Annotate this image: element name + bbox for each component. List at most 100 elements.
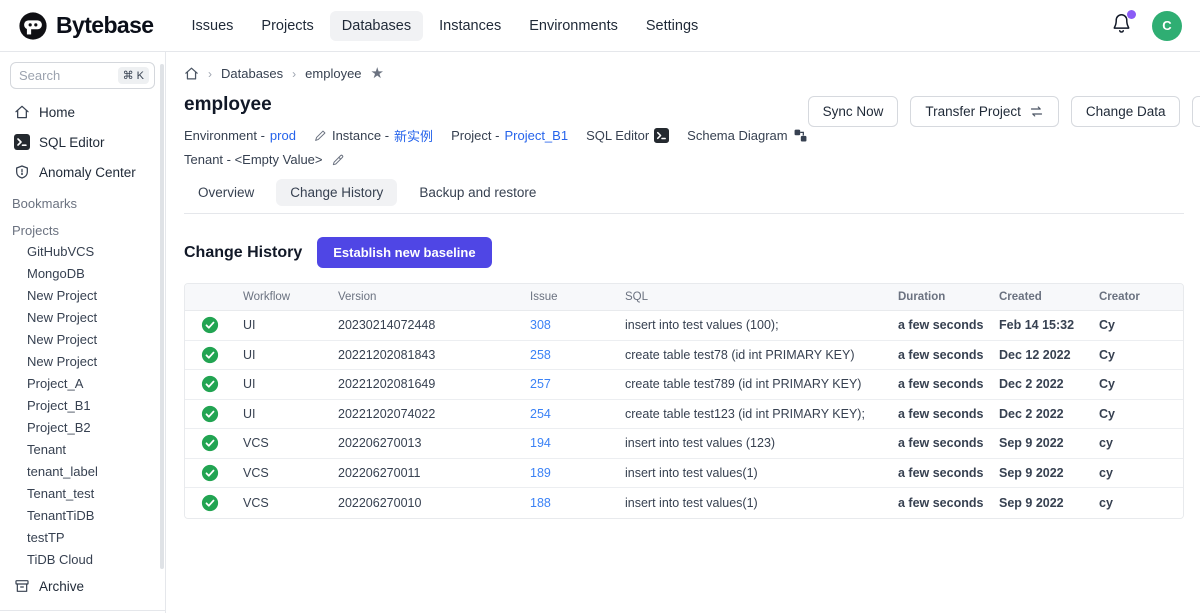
cell-issue: 189 (522, 466, 617, 480)
history-table-body: UI20230214072448308insert into test valu… (185, 311, 1183, 518)
instance-link[interactable]: 新实例 (394, 126, 433, 145)
table-row: VCS202206270011189insert into test value… (185, 459, 1183, 489)
cell-created: Sep 9 2022 (991, 466, 1091, 480)
sidebar-project-tenant[interactable]: Tenant (0, 439, 165, 461)
cell-sql: insert into test values (123) (617, 436, 890, 450)
cell-created: Dec 12 2022 (991, 348, 1091, 362)
meta-sql-editor-link[interactable]: SQL Editor (586, 128, 669, 143)
issue-link[interactable]: 254 (530, 407, 551, 421)
sidebar-item-anomaly-center[interactable]: Anomaly Center (0, 157, 165, 187)
nav-item-instances[interactable]: Instances (427, 11, 513, 41)
schema-diagram-label: Schema Diagram (687, 128, 787, 143)
cell-creator: cy (1091, 436, 1183, 450)
nav-item-projects[interactable]: Projects (249, 11, 325, 41)
sidebar-project-mongodb[interactable]: MongoDB (0, 263, 165, 285)
issue-link[interactable]: 257 (530, 377, 551, 391)
cell-created: Sep 9 2022 (991, 436, 1091, 450)
sidebar-item-sql-editor[interactable]: SQL Editor (0, 127, 165, 157)
nav-item-issues[interactable]: Issues (179, 11, 245, 41)
cell-duration: a few seconds (890, 436, 991, 450)
transfer-arrows-icon (1029, 105, 1044, 118)
tenant-meta-row: Tenant - <Empty Value> (184, 152, 808, 167)
cell-issue: 254 (522, 407, 617, 421)
issue-link[interactable]: 194 (530, 436, 551, 450)
sidebar-project-testtp[interactable]: testTP (0, 527, 165, 549)
issue-link[interactable]: 308 (530, 318, 551, 332)
sidebar-item-label: Anomaly Center (39, 165, 136, 180)
nav-item-settings[interactable]: Settings (634, 11, 710, 41)
sidebar-project-tenanttidb[interactable]: TenantTiDB (0, 505, 165, 527)
sidebar-project-project-b2[interactable]: Project_B2 (0, 417, 165, 439)
sidebar-item-home[interactable]: Home (0, 97, 165, 127)
table-row: UI20221202081843258create table test78 (… (185, 341, 1183, 371)
meta-schema-diagram-link[interactable]: Schema Diagram (687, 128, 807, 143)
breadcrumb-employee[interactable]: employee (305, 66, 361, 81)
search-input[interactable] (19, 68, 114, 83)
cell-creator: cy (1091, 496, 1183, 510)
tab-change-history[interactable]: Change History (276, 179, 397, 206)
sidebar-project-tenant-test[interactable]: Tenant_test (0, 483, 165, 505)
issue-link[interactable]: 188 (530, 496, 551, 510)
brand-name: Bytebase (56, 12, 153, 39)
cell-created: Sep 9 2022 (991, 496, 1091, 510)
user-avatar[interactable]: C (1152, 11, 1182, 41)
change-data-button[interactable]: Change Data (1071, 96, 1181, 127)
nav-item-environments[interactable]: Environments (517, 11, 630, 41)
notification-dot (1127, 10, 1136, 19)
cell-workflow: UI (235, 377, 330, 391)
project-link[interactable]: Project_B1 (504, 128, 568, 143)
breadcrumb-databases[interactable]: Databases (221, 66, 283, 81)
bytebase-logo[interactable]: Bytebase (18, 11, 153, 41)
issue-link[interactable]: 189 (530, 466, 551, 480)
bytebase-logo-icon (18, 11, 48, 41)
cell-issue: 308 (522, 318, 617, 332)
cell-version: 202206270010 (330, 496, 522, 510)
sidebar-project-new-project[interactable]: New Project (0, 285, 165, 307)
breadcrumb-separator: › (292, 67, 296, 81)
breadcrumb-home-icon[interactable] (184, 66, 199, 81)
table-row: UI20221202081649257create table test789 … (185, 370, 1183, 400)
tab-backup-and-restore[interactable]: Backup and restore (405, 179, 550, 206)
search-box[interactable]: ⌘ K (10, 62, 155, 89)
transfer-project-label: Transfer Project (925, 104, 1021, 119)
cell-creator: Cy (1091, 348, 1183, 362)
tab-overview[interactable]: Overview (184, 179, 268, 206)
sidebar-item-archive[interactable]: Archive (0, 571, 165, 601)
issue-link[interactable]: 258 (530, 348, 551, 362)
column-header-issue: Issue (522, 284, 617, 310)
cell-creator: Cy (1091, 377, 1183, 391)
bookmark-star-icon[interactable]: ★ (371, 66, 384, 81)
sidebar-scrollbar[interactable] (160, 64, 164, 569)
cell-status (185, 375, 235, 393)
sidebar-project-project-b1[interactable]: Project_B1 (0, 395, 165, 417)
success-status-icon (201, 316, 219, 334)
sidebar-section-bookmarks: Bookmarks (0, 187, 165, 214)
sidebar-project-project-a[interactable]: Project_A (0, 373, 165, 395)
cell-workflow: VCS (235, 466, 330, 480)
alter-schema-button[interactable]: Alter Schema (1192, 96, 1200, 127)
sidebar-project-tenant-label[interactable]: tenant_label (0, 461, 165, 483)
meta-tenant: Tenant - <Empty Value> (184, 152, 345, 167)
sidebar-project-githubvcs[interactable]: GitHubVCS (0, 241, 165, 263)
transfer-project-button[interactable]: Transfer Project (910, 96, 1059, 127)
sync-now-button[interactable]: Sync Now (808, 96, 899, 127)
establish-baseline-button[interactable]: Establish new baseline (317, 237, 491, 268)
success-status-icon (201, 375, 219, 393)
success-status-icon (201, 346, 219, 364)
cell-duration: a few seconds (890, 407, 991, 421)
cell-issue: 194 (522, 436, 617, 450)
environment-link[interactable]: prod (270, 128, 296, 143)
sidebar-project-new-project[interactable]: New Project (0, 329, 165, 351)
meta-project-label: Project - (451, 128, 499, 143)
cell-creator: Cy (1091, 318, 1183, 332)
notifications-button[interactable] (1111, 13, 1132, 39)
sidebar-project-new-project[interactable]: New Project (0, 351, 165, 373)
column-header-sql: SQL (617, 284, 890, 310)
nav-item-databases[interactable]: Databases (330, 11, 423, 41)
table-row: UI20230214072448308insert into test valu… (185, 311, 1183, 341)
home-icon (14, 104, 30, 120)
sidebar-project-tidb-cloud[interactable]: TiDB Cloud (0, 549, 165, 571)
sidebar-project-new-project[interactable]: New Project (0, 307, 165, 329)
cell-workflow: VCS (235, 496, 330, 510)
edit-pencil-icon[interactable] (331, 153, 345, 167)
